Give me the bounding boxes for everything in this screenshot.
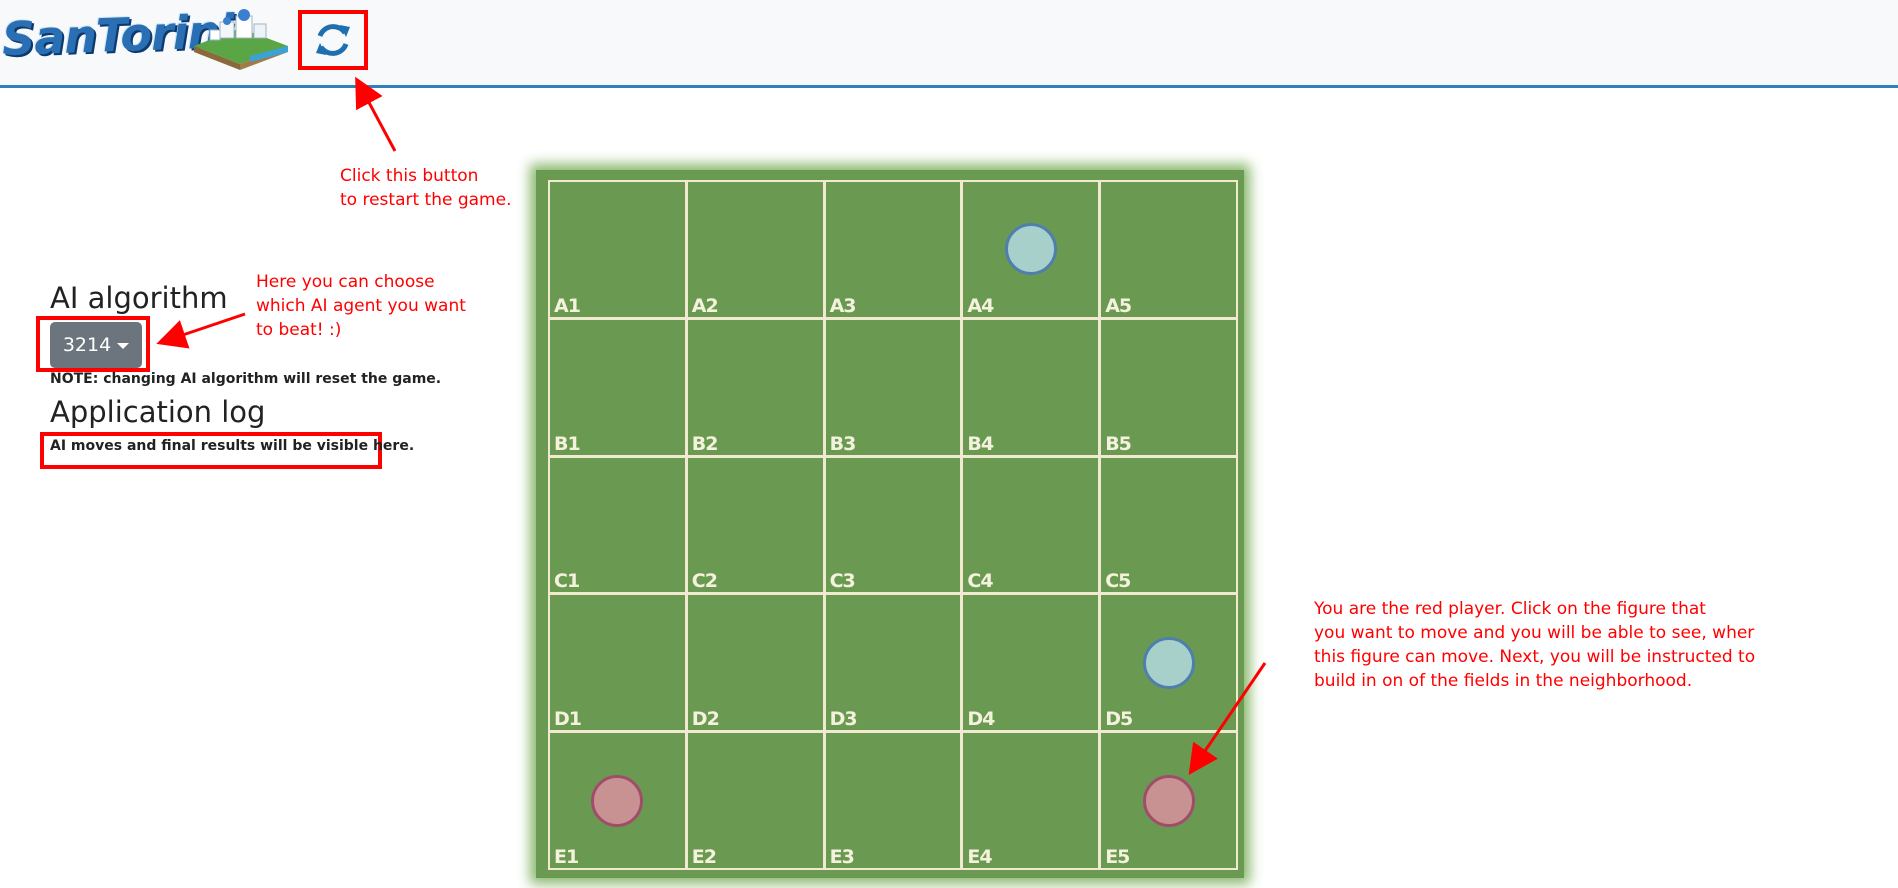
caret-down-icon [117,343,130,349]
board-cell-e4[interactable]: E4 [963,733,1099,868]
cell-label: D2 [691,708,720,731]
board-cell-a4[interactable]: A4 [963,182,1099,317]
algorithm-note: NOTE: changing AI algorithm will reset t… [50,371,442,387]
board-cell-d3[interactable]: D3 [825,595,961,731]
game-board: A1 A2 A3 A4 A5 B1 B2 B3 B4 B5 C1 C2 C3 C4 C5 D1 D2 D3 D4 D5… [548,180,1238,870]
cell-label: D1 [554,708,582,731]
ai-algorithm-value: 3214 [62,334,112,356]
cell-label: A4 [967,294,994,317]
red-player-piece[interactable] [591,774,644,827]
cell-label: B3 [829,432,857,455]
island-logo-image [194,9,288,70]
cell-label: D4 [967,708,995,731]
cell-label: C1 [554,570,580,593]
board-cell-d1[interactable]: D1 [550,595,685,731]
cell-label: B5 [1105,432,1132,455]
board-cell-a1[interactable]: A1 [550,182,685,317]
red-player-piece[interactable] [1142,774,1195,827]
board-cell-b4[interactable]: B4 [963,319,1099,455]
board-cell-e5[interactable]: E5 [1101,733,1236,868]
board-cell-c4[interactable]: C4 [963,457,1099,593]
ai-algorithm-dropdown[interactable]: 3214 [50,322,142,368]
cell-label: B4 [967,432,994,455]
cell-label: B1 [554,432,581,455]
board-cell-e2[interactable]: E2 [687,733,823,868]
board-cell-d5[interactable]: D5 [1101,595,1236,731]
blue-player-piece [1142,636,1195,689]
cell-label: A3 [829,294,857,317]
restart-arrow [355,76,397,152]
board-cell-d4[interactable]: D4 [963,595,1099,731]
board-cell-b1[interactable]: B1 [550,319,685,455]
game-board-container: A1 A2 A3 A4 A5 B1 B2 B3 B4 B5 C1 C2 C3 C4 C5 D1 D2 D3 D4 D5… [536,170,1244,878]
cell-label: E5 [1105,846,1130,868]
board-cell-a3[interactable]: A3 [825,182,961,317]
top-navbar: SanTorini [0,0,1898,88]
board-cell-a2[interactable]: A2 [687,182,823,317]
board-cell-b5[interactable]: B5 [1101,319,1236,455]
board-cell-d2[interactable]: D2 [687,595,823,731]
ai-choose-annotation: Here you can choose which AI agent you w… [256,272,466,340]
cell-label: C4 [967,570,993,593]
blue-player-piece [1004,223,1057,276]
board-cell-c3[interactable]: C3 [825,457,961,593]
cell-label: D5 [1105,708,1133,731]
ai-arrow [156,312,246,349]
board-cell-b2[interactable]: B2 [687,319,823,455]
board-cell-c5[interactable]: C5 [1101,457,1236,593]
cell-label: E1 [554,846,579,868]
restart-button[interactable] [298,10,368,70]
cell-label: E2 [691,846,717,868]
cell-label: E3 [829,846,855,868]
board-cell-e1[interactable]: E1 [550,733,685,868]
cell-label: A1 [554,294,581,317]
cell-label: A2 [691,294,719,317]
cell-label: A5 [1105,294,1132,317]
board-cell-c2[interactable]: C2 [687,457,823,593]
application-log-heading: Application log [50,395,266,429]
board-cell-a5[interactable]: A5 [1101,182,1236,317]
cell-label: C3 [829,570,856,593]
restart-annotation: Click this button to restart the game. [340,166,512,210]
red-player-annotation: You are the red player. Click on the fig… [1314,599,1756,691]
application-log-text: AI moves and final results will be visib… [50,438,415,454]
board-cell-b3[interactable]: B3 [825,319,961,455]
cell-label: B2 [691,432,719,455]
cell-label: C2 [691,570,718,593]
cell-label: E4 [967,846,992,868]
board-cell-c1[interactable]: C1 [550,457,685,593]
ai-algorithm-heading: AI algorithm [50,281,228,315]
cell-label: C5 [1105,570,1131,593]
refresh-icon [316,24,350,56]
cell-label: D3 [829,708,858,731]
board-cell-e3[interactable]: E3 [825,733,961,868]
